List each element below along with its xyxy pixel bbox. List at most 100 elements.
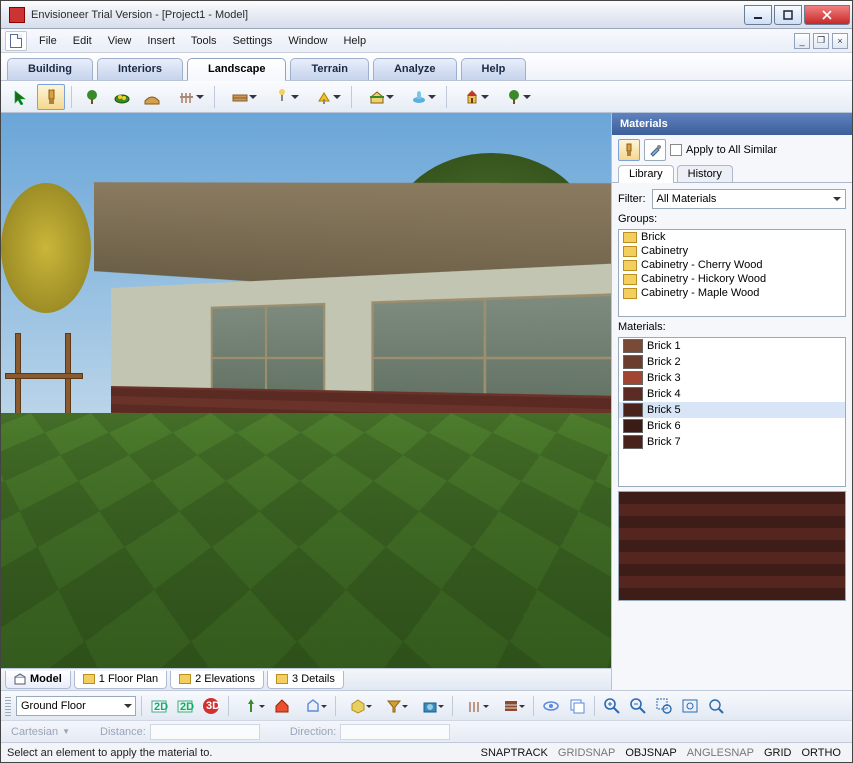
apply-all-checkbox[interactable] [670,144,682,156]
view-tab-elevations[interactable]: 2 Elevations [170,671,264,689]
snapshot-button[interactable] [413,694,447,718]
menu-edit[interactable]: Edit [65,31,100,51]
menu-tools[interactable]: Tools [183,31,225,51]
zoom-window-button[interactable] [652,694,676,718]
zoom-fit-button[interactable] [678,694,702,718]
document-icon [10,34,22,48]
3d-view-button[interactable]: 3D [199,694,223,718]
layers-button[interactable] [565,694,589,718]
minimize-button[interactable] [744,5,772,25]
display-filter-button[interactable] [377,694,411,718]
view-tab-floorplan[interactable]: 1 Floor Plan [74,671,167,689]
edging-tool[interactable] [138,84,166,110]
snap-grid[interactable]: GRID [759,747,797,759]
swatch-icon [623,419,643,433]
snap-ortho[interactable]: ORTHO [796,747,846,759]
materials-panel-title: Materials [612,113,852,135]
menu-view[interactable]: View [100,31,140,51]
separator [446,86,447,108]
snap-anglesnap[interactable]: ANGLESNAP [682,747,759,759]
deck-tool[interactable] [221,84,261,110]
2d-plan-button[interactable]: 2D [147,694,171,718]
mdi-minimize-button[interactable]: _ [794,33,810,49]
apply-all-label: Apply to All Similar [686,144,777,156]
3d-view[interactable] [1,113,611,668]
exterior-furniture-tool[interactable] [305,84,345,110]
garden-bed-tool[interactable] [108,84,136,110]
menu-help[interactable]: Help [335,31,374,51]
menu-window[interactable]: Window [280,31,335,51]
select-tool[interactable] [7,84,35,110]
coordinate-bar: Cartesian▼ Distance: Direction: [1,720,852,742]
tab-landscape[interactable]: Landscape [187,58,286,80]
separator [71,86,72,108]
view-tab-label: 3 Details [292,671,335,688]
system-menu-button[interactable] [5,31,27,51]
folder-icon [623,260,637,271]
menu-settings[interactable]: Settings [225,31,281,51]
paintbrush-mode-button[interactable] [618,139,640,161]
tab-interiors[interactable]: Interiors [97,58,183,80]
group-item: Brick [619,230,845,244]
filter-value: All Materials [657,193,717,205]
view-elements-button[interactable] [539,694,563,718]
snap-gridsnap[interactable]: GRIDSNAP [553,747,620,759]
group-item: Cabinetry - Maple Wood [619,286,845,300]
exterior-lighting-tool[interactable] [263,84,303,110]
materials-listbox[interactable]: Brick 1 Brick 2 Brick 3 Brick 4 Brick 5 … [618,337,846,487]
zoom-in-button[interactable] [600,694,624,718]
2d-designer-button[interactable]: 2D [173,694,197,718]
close-button[interactable] [804,5,850,25]
water-feature-tool[interactable] [400,84,440,110]
tab-building[interactable]: Building [7,58,93,80]
tab-terrain[interactable]: Terrain [290,58,368,80]
menu-file[interactable]: File [31,31,65,51]
landscape-toolbar [1,81,852,113]
view-tab-model[interactable]: Model [5,671,71,689]
maximize-button[interactable] [774,5,802,25]
texture-display-button[interactable] [494,694,528,718]
exterior-structure-tool[interactable] [358,84,398,110]
orbit-tool[interactable] [296,694,330,718]
status-bar: Select an element to apply the material … [1,742,852,762]
plant-tool[interactable] [78,84,106,110]
snap-snaptrack[interactable]: SNAPTRACK [476,747,553,759]
tab-analyze[interactable]: Analyze [373,58,457,80]
subtab-library[interactable]: Library [618,165,674,182]
view-tab-label: 2 Elevations [195,671,255,688]
zoom-out-button[interactable] [626,694,650,718]
view-tab-bar: Model 1 Floor Plan 2 Elevations 3 Detail… [1,668,611,690]
fence-display-button[interactable] [458,694,492,718]
toolbar-grip[interactable] [5,696,11,716]
separator [351,86,352,108]
home-view-button[interactable] [270,694,294,718]
render-mode-button[interactable] [341,694,375,718]
irrigation-tool[interactable] [495,84,535,110]
mdi-close-button[interactable]: × [832,33,848,49]
tab-help[interactable]: Help [461,58,527,80]
svg-text:2D: 2D [154,701,168,713]
paint-material-tool[interactable] [37,84,65,110]
filter-select[interactable]: All Materials [652,189,847,209]
direction-input[interactable] [340,724,450,740]
folder-icon [276,674,288,684]
separator [214,86,215,108]
eyedropper-mode-button[interactable] [644,139,666,161]
exterior-accessory-tool[interactable] [453,84,493,110]
navigate-tool[interactable] [234,694,268,718]
fence-tool[interactable] [168,84,208,110]
material-item: Brick 6 [619,418,845,434]
zoom-previous-button[interactable] [704,694,728,718]
subtab-history[interactable]: History [677,165,733,182]
view-tab-details[interactable]: 3 Details [267,671,344,689]
mdi-restore-button[interactable]: ❐ [813,33,829,49]
direction-label: Direction: [290,726,336,738]
distance-input[interactable] [150,724,260,740]
menu-insert[interactable]: Insert [139,31,183,51]
coord-mode[interactable]: Cartesian [11,726,58,738]
swatch-icon [623,339,643,353]
snap-objsnap[interactable]: OBJSNAP [620,747,681,759]
material-preview [618,491,846,601]
groups-listbox[interactable]: Brick Cabinetry Cabinetry - Cherry Wood … [618,229,846,317]
location-selector[interactable]: Ground Floor [16,696,136,716]
